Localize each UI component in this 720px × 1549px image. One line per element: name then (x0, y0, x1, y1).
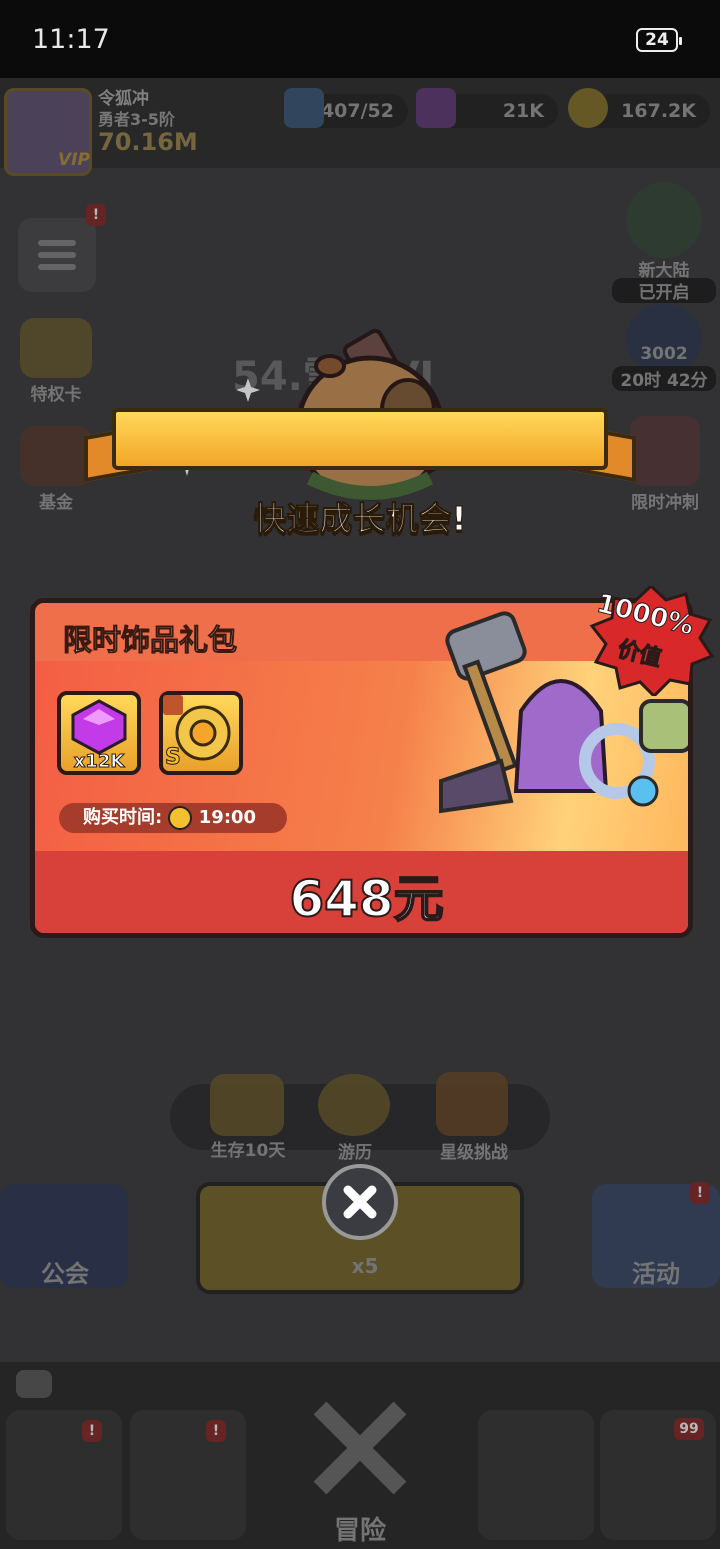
status-bar: 11:17 24 (0, 0, 720, 78)
reward-gem-item[interactable]: x12K (57, 691, 141, 775)
stopwatch-icon (168, 806, 193, 830)
popup-banner (112, 408, 608, 470)
buy-time-bar: 购买时间: 19:00 (59, 803, 287, 833)
close-icon (343, 1185, 377, 1219)
close-button[interactable] (322, 1164, 398, 1240)
status-time: 11:17 (32, 24, 110, 55)
price-label: 648元 (288, 869, 444, 929)
gem-amount: x12K (73, 751, 125, 773)
battery-icon: 24 (636, 28, 682, 52)
gift-pack-title: 限时饰品礼包 (62, 623, 238, 658)
buy-time-value: 19:00 (198, 807, 257, 828)
purple-gem-icon (71, 699, 127, 755)
reward-gear-item[interactable]: S (159, 691, 243, 775)
popup-banner-text: 快速成长机会! (253, 499, 467, 539)
gear-grade: S (165, 745, 182, 771)
buy-time-label: 购买时间: (83, 807, 163, 828)
